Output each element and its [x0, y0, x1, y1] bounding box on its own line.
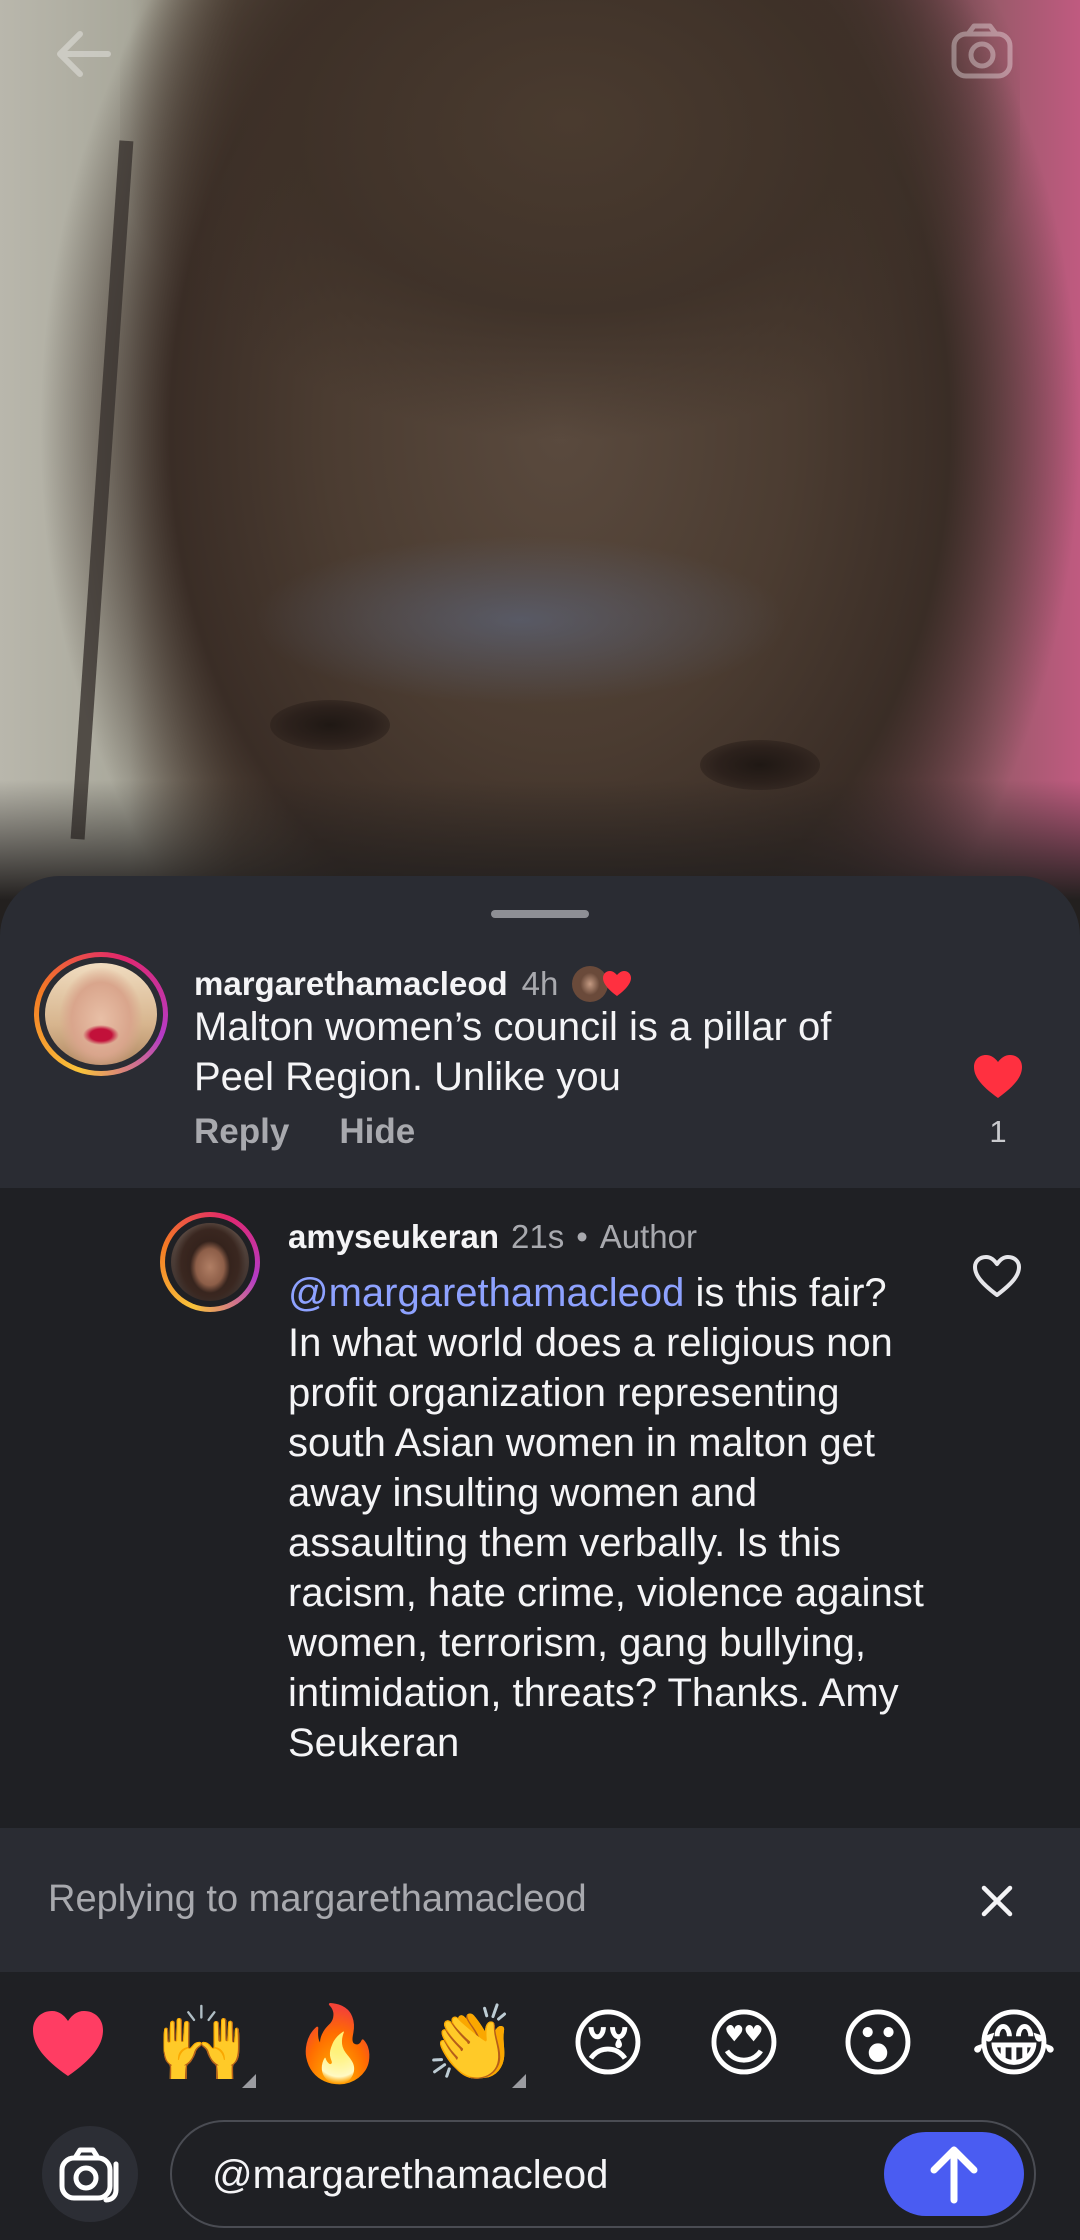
- crying-face-emoji-button[interactable]: 😢: [560, 1996, 656, 2092]
- meta-separator: •: [576, 1218, 588, 1255]
- comment-input[interactable]: @margarethamacleod: [170, 2120, 1036, 2228]
- comment-reply-item: amyseukeran 21s • Author @margarethamacl…: [0, 1188, 1080, 1828]
- surprised-face-emoji-button[interactable]: 😮: [830, 1996, 926, 2092]
- fire-emoji-button[interactable]: 🔥: [290, 1996, 386, 2092]
- comment-header: margarethamacleod 4h: [194, 964, 636, 1004]
- comment-input-value: @margarethamacleod: [212, 2153, 609, 2197]
- comment-item: margarethamacleod 4h Malton women’s coun…: [0, 952, 1080, 1188]
- heart-eyes-emoji-button[interactable]: 😍: [696, 1996, 792, 2092]
- camera-icon: [59, 2147, 119, 2203]
- clapping-hands-emoji-icon: 👏: [425, 2001, 519, 2087]
- send-button[interactable]: [884, 2132, 1024, 2216]
- avatar[interactable]: [34, 952, 168, 1076]
- comment-text: Malton women’s council is a pillar of Pe…: [194, 1005, 832, 1099]
- hide-button[interactable]: Hide: [339, 1112, 415, 1152]
- liked-by-author-icon: [572, 964, 636, 1004]
- sheet-drag-handle[interactable]: [491, 910, 589, 918]
- avatar[interactable]: [160, 1212, 260, 1312]
- replying-to-banner: Replying to margarethamacleod: [0, 1830, 1080, 1972]
- like-count: 1: [989, 1114, 1007, 1149]
- comment-time: 21s: [510, 1218, 565, 1255]
- send-arrow-icon: [930, 2146, 978, 2204]
- crying-face-emoji-icon: 😢: [569, 2001, 647, 2087]
- reply-button[interactable]: Reply: [194, 1112, 289, 1152]
- comment-time: 4h: [521, 965, 559, 1002]
- camera-icon[interactable]: [948, 20, 1020, 84]
- heart-outline-icon[interactable]: [972, 1254, 1022, 1298]
- author-badge: Author: [599, 1218, 697, 1255]
- replying-to-label: Replying to margarethamacleod: [48, 1878, 587, 1920]
- comment-header: amyseukeran 21s • Author: [288, 1218, 697, 1256]
- raising-hands-emoji-button[interactable]: 🙌: [154, 1996, 256, 2092]
- heart-filled-icon[interactable]: [972, 1054, 1024, 1100]
- heart-emoji-icon: [33, 2011, 103, 2076]
- raising-hands-emoji-icon: 🙌: [155, 2001, 249, 2087]
- camera-button[interactable]: [42, 2126, 138, 2222]
- tears-of-joy-emoji-button[interactable]: 😂: [966, 1996, 1062, 2092]
- surprised-face-emoji-icon: 😮: [839, 2001, 917, 2087]
- heart-emoji-button[interactable]: [20, 1996, 116, 2092]
- emoji-quick-bar: 🙌 🔥 👏 😢 😍 😮 😂: [0, 1972, 1080, 2102]
- fire-emoji-icon: 🔥: [291, 2001, 385, 2087]
- comment-body: is this fair? In what world does a relig…: [288, 1271, 924, 1765]
- clapping-hands-emoji-button[interactable]: 👏: [424, 1996, 526, 2092]
- comment-composer: @margarethamacleod: [0, 2102, 1080, 2240]
- comment-text: @margarethamacleod is this fair? In what…: [288, 1268, 928, 1768]
- mention-link[interactable]: @margarethamacleod: [288, 1271, 684, 1315]
- live-video-frame: [0, 0, 1080, 960]
- back-arrow-icon[interactable]: [48, 24, 118, 84]
- heart-eyes-emoji-icon: 😍: [705, 2001, 783, 2087]
- close-icon[interactable]: [976, 1880, 1018, 1922]
- comment-username[interactable]: margarethamacleod: [194, 965, 508, 1003]
- comment-username[interactable]: amyseukeran: [288, 1218, 499, 1256]
- tears-of-joy-emoji-icon: 😂: [970, 2001, 1058, 2087]
